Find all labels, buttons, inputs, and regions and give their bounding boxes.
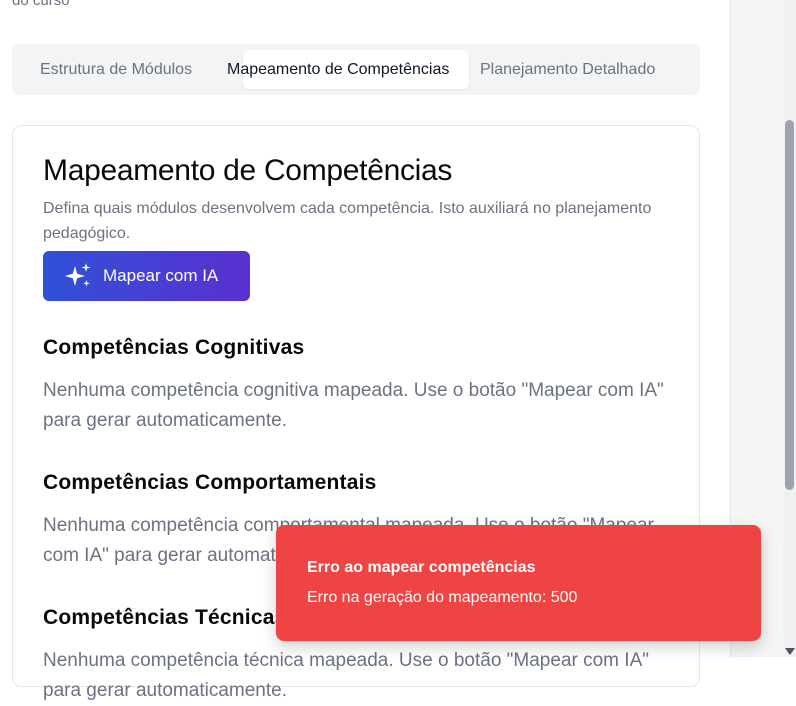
card-title: Mapeamento de Competências (43, 154, 453, 187)
toast-message: Erro na geração do mapeamento: 500 (307, 589, 578, 606)
scroll-down-arrow-icon[interactable] (785, 648, 795, 655)
tab-label: Planejamento Detalhado (480, 60, 656, 78)
sparkles-icon (65, 263, 91, 287)
tab-label: Mapeamento de Competências (227, 60, 450, 78)
tab-detailed-planning[interactable]: Planejamento Detalhado (480, 50, 655, 89)
tab-list: Estrutura de Módulos Mapeamento de Compe… (12, 44, 700, 95)
course-description-fragment: do curso (12, 0, 70, 9)
section-title-cognitive: Competências Cognitivas (43, 336, 305, 359)
section-title-behavioral: Competências Comportamentais (43, 471, 377, 494)
toast-title: Erro ao mapear competências (307, 559, 536, 576)
tab-module-structure[interactable]: Estrutura de Módulos (40, 50, 192, 89)
map-with-ai-label: Mapear com IA (103, 266, 219, 285)
vertical-scrollbar[interactable] (783, 0, 796, 657)
map-with-ai-button[interactable]: Mapear com IA (43, 251, 250, 301)
section-title-technical: Competências Técnicas (43, 606, 287, 629)
section-empty-text-technical: Nenhuma competência técnica mapeada. Use… (43, 650, 649, 701)
tab-label: Estrutura de Módulos (40, 60, 193, 78)
card-description: Defina quais módulos desenvolvem cada co… (43, 200, 652, 242)
section-empty-text-cognitive: Nenhuma competência cognitiva mapeada. U… (43, 380, 664, 431)
scrollbar-thumb[interactable] (785, 120, 794, 490)
error-toast[interactable]: Erro ao mapear competências Erro na gera… (276, 525, 761, 641)
tab-competency-mapping[interactable]: Mapeamento de Competências (227, 50, 469, 89)
